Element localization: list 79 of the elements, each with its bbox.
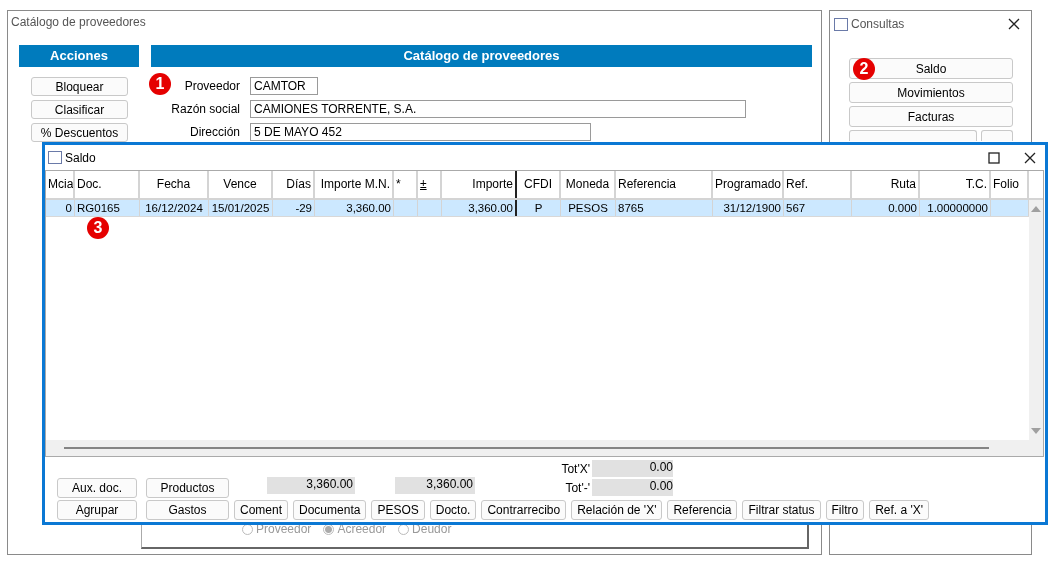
maximize-icon[interactable]	[988, 151, 1000, 164]
field-label: Razón social	[171, 102, 240, 116]
action-button[interactable]: Relación de 'X'	[571, 500, 663, 520]
action-button[interactable]: Agrupar	[57, 500, 137, 520]
scrollbar[interactable]	[1029, 200, 1043, 440]
table-cell: 3,360.00	[442, 200, 517, 216]
column-header[interactable]: Ref.	[784, 171, 852, 198]
column-header[interactable]: Folio	[991, 171, 1029, 198]
column-header[interactable]: ±	[418, 171, 442, 198]
scroll-up-icon[interactable]	[1031, 206, 1041, 212]
scroll-down-icon[interactable]	[1031, 428, 1041, 434]
column-header[interactable]: Importe M.N.	[315, 171, 394, 198]
query-button[interactable]	[981, 130, 1013, 141]
column-header[interactable]: T.C.	[920, 171, 991, 198]
column-header[interactable]: Referencia	[616, 171, 713, 198]
action-button[interactable]: PESOS	[371, 500, 425, 520]
table-row[interactable]: 0 RG0165 16/12/2024 15/01/2025 -29 3,360.00 3,360.00 P PESOS 8765 31/12/1900 567 0.000 1.00000000	[46, 200, 1029, 217]
table-cell: 15/01/2025	[209, 200, 273, 216]
column-header[interactable]: Ruta	[852, 171, 920, 198]
table-cell: 31/12/1900	[713, 200, 784, 216]
table-cell: 0	[46, 200, 75, 216]
input-field[interactable]: CAMIONES TORRENTE, S.A.	[250, 100, 746, 118]
column-header[interactable]: Importe	[442, 171, 517, 198]
table-cell: 0.000	[852, 200, 920, 216]
table-cell: -29	[273, 200, 315, 216]
action-button[interactable]: Filtro	[825, 500, 865, 520]
column-header[interactable]: Programado	[713, 171, 784, 198]
total-value: 3,360.00	[395, 477, 475, 494]
window-icon	[834, 17, 848, 31]
close-icon[interactable]	[1024, 151, 1036, 164]
table-cell: PESOS	[561, 200, 616, 216]
window-icon	[48, 151, 62, 164]
action-button[interactable]: Documenta	[293, 500, 367, 520]
total-value: 3,360.00	[267, 477, 355, 494]
action-button[interactable]: Bloquear	[31, 77, 128, 96]
total-value: 0.00	[592, 460, 673, 477]
total-label: Tot'-'	[564, 480, 591, 495]
table-cell: 16/12/2024	[140, 200, 209, 216]
total-label: Tot'X'	[560, 461, 591, 476]
table-cell: P	[517, 200, 561, 216]
action-button[interactable]: Gastos	[146, 500, 229, 520]
input-field[interactable]: 5 DE MAYO 452	[250, 123, 591, 142]
window-title: Saldo	[65, 150, 96, 165]
table-cell: 8765	[616, 200, 713, 216]
column-header[interactable]: *	[394, 171, 418, 198]
query-button[interactable]: Movimientos	[849, 82, 1013, 103]
action-button[interactable]: Clasificar	[31, 100, 128, 119]
table-cell: 1.00000000	[920, 200, 991, 216]
section-header: Acciones	[19, 45, 139, 67]
table-cell: RG0165	[75, 200, 140, 216]
action-button[interactable]: Filtrar status	[742, 500, 821, 520]
action-button[interactable]: % Descuentos	[31, 123, 128, 142]
close-icon[interactable]	[1008, 18, 1020, 30]
column-header[interactable]: Fecha	[140, 171, 209, 198]
window-title: Catálogo de proveedores	[11, 15, 146, 29]
input-field[interactable]: CAMTOR	[250, 76, 318, 95]
action-button[interactable]: Productos	[146, 478, 229, 498]
column-header[interactable]: Moneda	[561, 171, 616, 198]
query-button[interactable]: Facturas	[849, 106, 1013, 127]
column-header[interactable]: Vence	[209, 171, 273, 198]
total-value: 0.00	[592, 479, 673, 496]
scrollbar[interactable]	[46, 440, 1043, 456]
action-button[interactable]: Contrarrecibo	[481, 500, 567, 520]
field-label: Proveedor	[184, 78, 240, 93]
action-button[interactable]: Docto.	[429, 500, 477, 520]
action-button[interactable]: Aux. doc.	[57, 478, 137, 498]
action-button[interactable]: Ref. a 'X'	[869, 500, 930, 520]
table-cell: 567	[784, 200, 852, 216]
table-cell: 3,360.00	[315, 200, 394, 216]
column-header[interactable]: CFDI	[517, 171, 561, 198]
column-header[interactable]: Días	[273, 171, 315, 198]
window-title: Consultas	[851, 17, 905, 31]
query-button[interactable]	[849, 130, 977, 141]
column-header[interactable]: Doc.	[75, 171, 140, 198]
field-label: Dirección	[190, 125, 240, 140]
column-header[interactable]: Mcia	[46, 171, 75, 198]
action-button[interactable]: Coment	[234, 500, 289, 520]
section-header: Catálogo de proveedores	[151, 45, 812, 67]
action-button[interactable]: Referencia	[667, 500, 738, 520]
